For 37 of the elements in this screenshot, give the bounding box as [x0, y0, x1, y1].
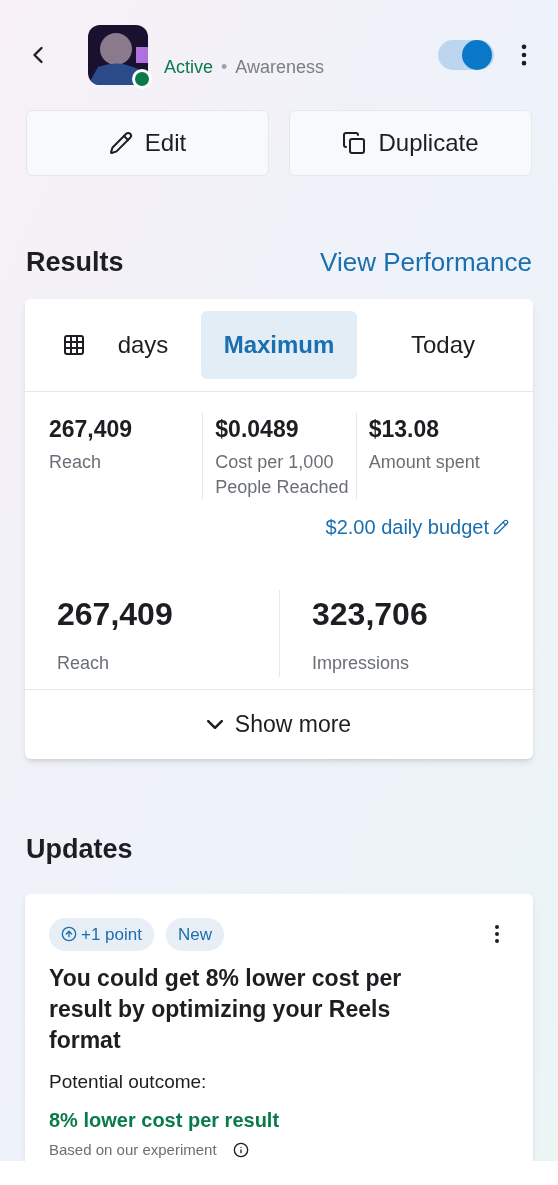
metric-value: 323,706	[312, 595, 429, 634]
metric-label: Amount spent	[368, 451, 481, 474]
objective-text: Awareness	[235, 55, 325, 79]
tag: New	[166, 917, 224, 951]
duplicate-button[interactable]: Duplicate	[289, 110, 532, 176]
view-performance-link[interactable]: View Performance	[320, 242, 532, 282]
show-more-button[interactable]: Show more	[25, 689, 533, 759]
metric-label: Cost per 1,000 People Reached	[215, 451, 350, 499]
metric-value: $13.08	[368, 414, 440, 444]
section-title: Results	[26, 246, 124, 279]
tag: +1 point	[49, 917, 154, 951]
pencil-icon	[493, 519, 509, 535]
daily-budget-link[interactable]: $2.00 daily budget	[325, 512, 509, 542]
section-title: Updates	[25, 833, 134, 866]
range-tab[interactable]: days	[37, 310, 193, 379]
range-tab[interactable]: Today	[365, 310, 521, 379]
note-text: Based on our experiment	[49, 1139, 217, 1160]
outcome-label: Potential outcome:	[49, 1070, 208, 1094]
range-tab[interactable]: Maximum	[201, 310, 357, 379]
metric-value: 267,409	[49, 414, 134, 444]
metric-value: 267,409	[57, 595, 174, 634]
copy-icon	[342, 131, 367, 155]
metric-label: Reach	[57, 652, 111, 675]
arrow-up-icon	[61, 926, 77, 943]
toggle-switch[interactable]	[438, 40, 494, 70]
outcome-text: 8% lower cost per result	[49, 1107, 281, 1133]
calendar-icon	[61, 332, 86, 357]
edit-button[interactable]: Edit	[26, 110, 269, 176]
status-text: Active	[164, 55, 214, 79]
update-headline: You could get 8% lower cost per result by optimizing your Reels format	[49, 964, 403, 1055]
chevron-down-icon	[206, 720, 223, 729]
metric-value: $0.0489	[215, 414, 300, 444]
info-icon	[232, 1141, 249, 1158]
separator-dot: •	[221, 55, 228, 79]
pencil-icon	[108, 131, 133, 155]
metric-label: Reach	[49, 451, 103, 474]
metric-label: Impressions	[312, 652, 411, 675]
